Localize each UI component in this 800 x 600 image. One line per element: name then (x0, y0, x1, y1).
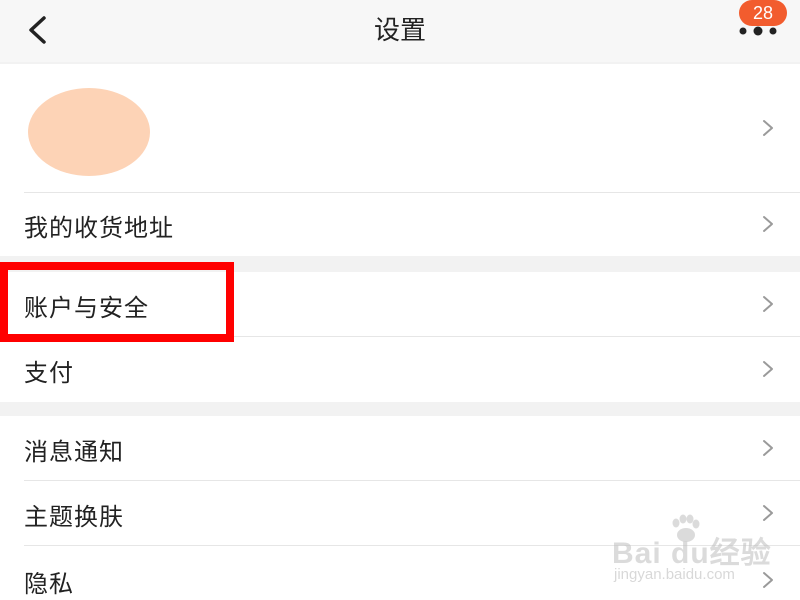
list-item-label: 账户与安全 (24, 294, 149, 322)
list-item-account-security[interactable]: 账户与安全 (0, 272, 800, 336)
avatar (28, 88, 150, 176)
chevron-right-icon (763, 440, 773, 456)
chevron-right-icon (763, 361, 773, 377)
top-nav-bar: 设置 28 (0, 0, 800, 62)
list-item-theme[interactable]: 主题换肤 (0, 481, 800, 545)
chevron-right-icon (763, 296, 773, 312)
list-item-notifications[interactable]: 消息通知 (0, 416, 800, 480)
list-item-label: 支付 (24, 359, 74, 387)
list-item-label: 隐私 (24, 570, 74, 598)
list-item-label: 我的收货地址 (24, 214, 174, 242)
chevron-right-icon (763, 505, 773, 521)
notification-badge: 28 (739, 0, 787, 26)
chevron-right-icon (763, 572, 773, 588)
back-button[interactable] (18, 10, 58, 50)
more-dots-icon (739, 26, 777, 36)
account-group: 账户与安全 支付 (0, 272, 800, 402)
chevron-right-icon (763, 216, 773, 232)
chevron-left-icon (29, 16, 46, 44)
more-menu-button[interactable]: 28 (730, 0, 790, 46)
chevron-right-icon (763, 120, 773, 136)
list-item-payment[interactable]: 支付 (0, 337, 800, 401)
list-item-address[interactable]: 我的收货地址 (0, 192, 800, 256)
page-title: 设置 (373, 16, 426, 46)
profile-group: 我的收货地址 (0, 64, 800, 256)
profile-row[interactable] (0, 64, 800, 192)
preferences-group: 消息通知 主题换肤 隐私 (0, 416, 800, 600)
list-item-label: 主题换肤 (24, 503, 124, 531)
list-item-privacy[interactable]: 隐私 (0, 546, 800, 600)
list-item-label: 消息通知 (24, 438, 124, 466)
